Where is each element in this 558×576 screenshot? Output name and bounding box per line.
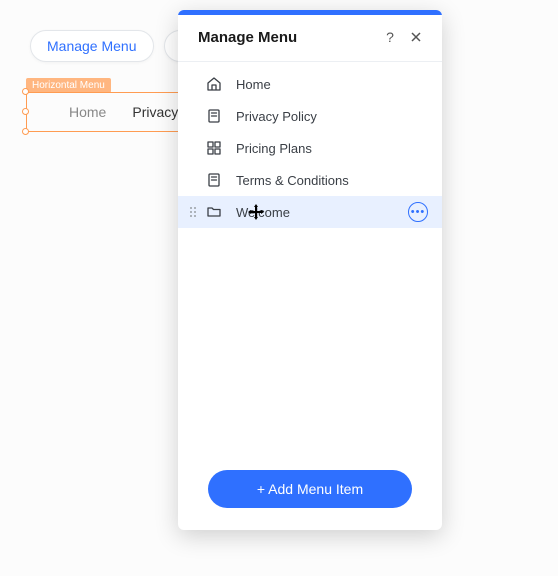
home-icon xyxy=(204,74,224,94)
menu-item-row[interactable]: Home••• xyxy=(178,68,442,100)
selection-handle[interactable] xyxy=(22,108,29,115)
close-icon[interactable] xyxy=(406,27,426,47)
panel-header: Manage Menu ? xyxy=(178,15,442,62)
menu-items-list: Home•••Privacy Policy•••Pricing Plans•••… xyxy=(178,62,442,456)
grid-icon xyxy=(204,138,224,158)
menu-item-row[interactable]: Terms & Conditions••• xyxy=(178,164,442,196)
manage-menu-pill[interactable]: Manage Menu xyxy=(30,30,154,62)
selection-handle[interactable] xyxy=(22,88,29,95)
manage-menu-panel: Manage Menu ? Home•••Privacy Policy•••Pr… xyxy=(178,10,442,530)
menu-item-row[interactable]: Pricing Plans••• xyxy=(178,132,442,164)
item-actions-button[interactable]: ••• xyxy=(408,202,428,222)
selection-handle[interactable] xyxy=(22,128,29,135)
drag-handle-icon[interactable] xyxy=(188,206,198,218)
help-icon[interactable]: ? xyxy=(380,27,400,47)
menu-item-row[interactable]: Privacy Policy••• xyxy=(178,100,442,132)
folder-icon xyxy=(204,202,224,222)
menu-item-label: Home xyxy=(236,77,271,92)
menu-item-label: Privacy Policy xyxy=(236,109,317,124)
menu-item-row[interactable]: Welcome ••• xyxy=(178,196,442,228)
panel-footer: + Add Menu Item xyxy=(178,456,442,530)
menu-item-label: Welcome xyxy=(236,205,290,220)
menu-item-label: Pricing Plans xyxy=(236,141,312,156)
selection-label: Horizontal Menu xyxy=(26,78,111,93)
page-icon xyxy=(204,170,224,190)
menu-preview-item: Home xyxy=(69,104,106,120)
add-menu-item-button[interactable]: + Add Menu Item xyxy=(208,470,412,508)
panel-title: Manage Menu xyxy=(198,29,374,46)
page-icon xyxy=(204,106,224,126)
menu-preview-item: Privacy xyxy=(132,104,178,120)
menu-item-label: Terms & Conditions xyxy=(236,173,349,188)
